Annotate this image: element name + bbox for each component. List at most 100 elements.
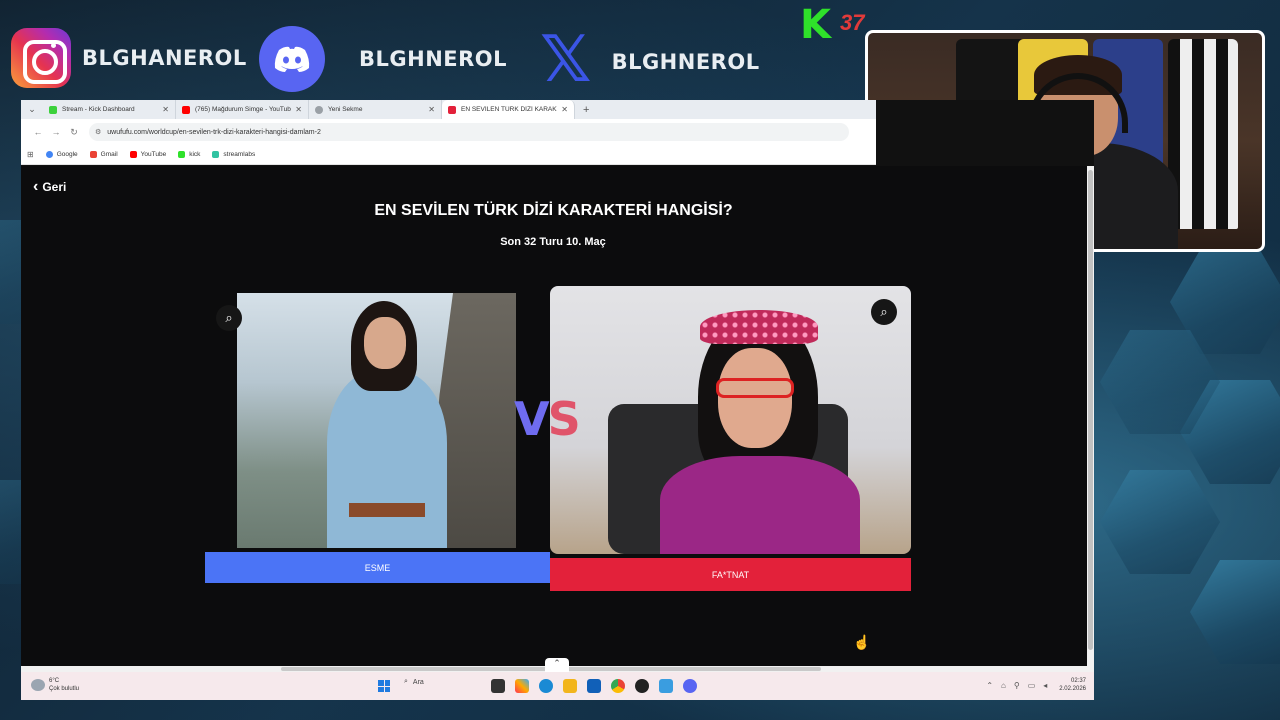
x-icon: 𝕏: [540, 23, 592, 97]
round-subtitle: Son 32 Turu 10. Maç: [500, 236, 606, 248]
store-icon[interactable]: [587, 679, 601, 693]
chrome-favicon: [315, 105, 323, 114]
x-badge: 𝕏 BLGHNEROL: [540, 28, 760, 92]
left-choice-image[interactable]: [237, 293, 516, 548]
right-choice-image[interactable]: [550, 286, 911, 554]
tab-new-tab[interactable]: Yeni Sekme ✕: [309, 100, 442, 119]
choose-left-button[interactable]: ESME: [205, 552, 550, 583]
tab-label: Stream - Kick Dashboard: [62, 106, 135, 113]
streamlabs-icon: [212, 151, 220, 158]
clock-time: 02:37: [1070, 678, 1086, 684]
bookmark-youtube[interactable]: YouTube: [129, 151, 166, 158]
zoom-icon[interactable]: ⌕: [216, 305, 242, 331]
chevron-left-icon: ‹: [33, 178, 39, 195]
search-placeholder: Ara: [412, 678, 424, 686]
youtube-icon: [129, 151, 137, 158]
character-face: [718, 348, 792, 448]
vs-letter: S: [547, 392, 581, 446]
character-body: [327, 371, 447, 548]
bookmark-label: kick: [189, 151, 201, 158]
glasses: [716, 378, 794, 398]
chevron-up-icon[interactable]: ⌃: [545, 658, 569, 672]
character-face: [364, 317, 406, 369]
vs-letter: V: [514, 392, 550, 446]
new-tab-icon[interactable]: +: [575, 104, 589, 116]
vertical-scrollbar[interactable]: [1087, 166, 1094, 666]
taskbar: 6°C Çok bulutlu ⌕ Ara ⌃ ⌂ ⚲ ▭ ◂ 02:37 2.…: [21, 672, 1094, 700]
bookmark-google[interactable]: Google: [45, 151, 78, 158]
search-icon: ⌕: [404, 678, 408, 685]
close-icon[interactable]: ✕: [162, 105, 169, 114]
weather-widget[interactable]: 6°C Çok bulutlu: [31, 677, 79, 693]
apps-grid-icon[interactable]: ⊞: [27, 150, 34, 159]
versus-label: VS: [514, 392, 581, 446]
tab-label: Yeni Sekme: [328, 106, 363, 113]
chevron-up-icon[interactable]: ⌃: [986, 681, 993, 690]
bookmark-label: Google: [56, 151, 78, 158]
discord-app-icon[interactable]: [683, 679, 697, 693]
discord-badge: BLGHNEROL: [259, 26, 507, 92]
taskbar-search[interactable]: ⌕ Ara: [404, 678, 484, 686]
social-banner: BLGHANEROL BLGHNEROL 𝕏 BLGHNEROL: [0, 0, 870, 100]
close-icon[interactable]: ✕: [561, 105, 568, 114]
google-icon: [45, 151, 53, 158]
page-title: EN SEVİLEN TÜRK DİZİ KARAKTERİ HANGİSİ?: [374, 202, 733, 219]
tab-kick-dashboard[interactable]: Stream - Kick Dashboard ✕: [43, 100, 176, 119]
bookmark-streamlabs[interactable]: streamlabs: [212, 151, 255, 158]
tab-uwufufu[interactable]: EN SEVİLEN TÜRK DİZİ KARAKT ✕: [442, 100, 575, 119]
back-link[interactable]: ‹ Geri: [33, 178, 66, 196]
bookmark-label: Gmail: [100, 151, 118, 158]
forward-arrow-icon[interactable]: →: [47, 127, 65, 137]
site-info-icon[interactable]: ⚙: [95, 128, 101, 136]
browser-window: ⌄ Stream - Kick Dashboard ✕ (765) Mağdur…: [21, 100, 1094, 700]
zoom-icon[interactable]: ⌕: [871, 299, 897, 325]
belt: [349, 503, 425, 517]
clock[interactable]: 02:37 2.02.2026: [1059, 677, 1086, 693]
character-body: [660, 456, 860, 554]
back-label: Geri: [42, 180, 67, 194]
network-icon[interactable]: ⌂: [1001, 681, 1006, 690]
page-content: ‹ Geri EN SEVİLEN TÜRK DİZİ KARAKTERİ HA…: [21, 166, 1087, 666]
task-view-icon[interactable]: [491, 679, 505, 693]
windows-start-icon[interactable]: [378, 680, 390, 692]
bookmark-gmail[interactable]: Gmail: [89, 151, 118, 158]
tab-bar: ⌄ Stream - Kick Dashboard ✕ (765) Mağdur…: [21, 100, 876, 119]
discord-handle: BLGHNEROL: [359, 47, 508, 71]
uwufufu-favicon: [448, 105, 456, 114]
scroll-thumb[interactable]: [1088, 170, 1093, 650]
tab-label: (765) Mağdurum Simge - YouTube: [195, 106, 292, 113]
bookmark-label: streamlabs: [223, 151, 256, 158]
copilot-icon[interactable]: [515, 679, 529, 693]
instagram-handle: BLGHANEROL: [82, 46, 247, 70]
tab-search-chevron-icon[interactable]: ⌄: [21, 104, 43, 115]
kick-number: 37: [840, 10, 865, 35]
kick-icon: [178, 151, 186, 158]
youtube-favicon: [182, 105, 190, 114]
edge-icon[interactable]: [539, 679, 553, 693]
chrome-icon[interactable]: [611, 679, 625, 693]
display-icon[interactable]: ▭: [1028, 681, 1036, 690]
file-explorer-icon[interactable]: [563, 679, 577, 693]
reload-icon[interactable]: ↻: [65, 127, 83, 138]
discord-icon: [259, 26, 325, 92]
gmail-icon: [89, 151, 97, 158]
microphone-icon[interactable]: ⚲: [1014, 681, 1020, 690]
back-arrow-icon[interactable]: ←: [29, 127, 47, 137]
system-tray: ⌃ ⌂ ⚲ ▭ ◂ 02:37 2.02.2026: [986, 677, 1086, 693]
bookmark-kick[interactable]: kick: [178, 151, 200, 158]
weather-desc: Çok bulutlu: [49, 686, 80, 692]
bookmarks-bar: ⊞ Google Gmail YouTube kick streamlabs: [21, 145, 876, 165]
kick-logo: K: [800, 2, 831, 48]
tab-youtube[interactable]: (765) Mağdurum Simge - YouTube ✕: [176, 100, 309, 119]
close-icon[interactable]: ✕: [295, 105, 302, 114]
instagram-badge: BLGHANEROL: [11, 28, 247, 88]
jersey: [1168, 39, 1238, 229]
volume-icon[interactable]: ◂: [1043, 681, 1047, 690]
close-icon[interactable]: ✕: [428, 105, 435, 114]
choose-right-button[interactable]: FA*TNAT: [550, 558, 911, 591]
url-text: uwufufu.com/worldcup/en-sevilen-trk-dizi…: [107, 128, 321, 136]
url-input[interactable]: ⚙ uwufufu.com/worldcup/en-sevilen-trk-di…: [89, 123, 849, 141]
bandana: [700, 310, 818, 344]
settings-gear-icon[interactable]: [659, 679, 673, 693]
obs-icon[interactable]: [635, 679, 649, 693]
